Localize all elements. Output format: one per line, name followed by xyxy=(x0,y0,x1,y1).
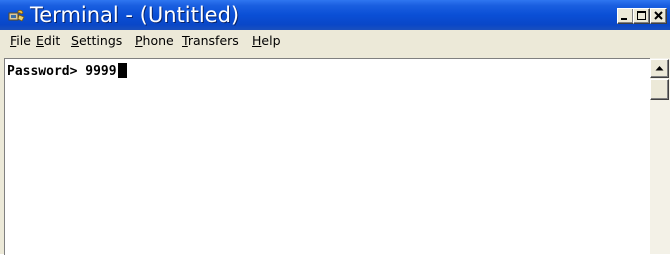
terminal-output-area[interactable]: Password> 9999 xyxy=(4,58,650,255)
window-title: Terminal - (Untitled) xyxy=(30,3,240,27)
menu-settings-rest: ettings xyxy=(78,33,123,48)
close-button[interactable] xyxy=(650,8,667,24)
menu-phone[interactable]: Phone xyxy=(135,34,174,48)
menu-phone-accel: P xyxy=(135,33,143,48)
title-bar[interactable]: Terminal - (Untitled) xyxy=(0,0,670,30)
menu-file[interactable]: File xyxy=(10,34,31,48)
terminal-window: Terminal - (Untitled) File Edit Settings… xyxy=(0,0,670,255)
minimize-icon xyxy=(621,18,627,20)
menu-edit-rest: dit xyxy=(43,33,61,48)
menu-help-accel: H xyxy=(252,33,262,48)
menu-edit[interactable]: Edit xyxy=(36,34,60,48)
menu-help[interactable]: Help xyxy=(252,34,281,48)
menu-file-rest: ile xyxy=(16,33,31,48)
text-cursor xyxy=(117,63,127,78)
password-prompt: Password> xyxy=(7,64,86,79)
vertical-scrollbar[interactable] xyxy=(650,58,670,254)
menu-help-rest: elp xyxy=(261,33,281,48)
maximize-button[interactable] xyxy=(633,8,650,24)
menu-settings[interactable]: Settings xyxy=(71,34,122,48)
scroll-up-button[interactable] xyxy=(650,59,669,78)
maximize-icon xyxy=(637,11,646,20)
minimize-button[interactable] xyxy=(617,8,634,24)
scroll-up-arrow-icon xyxy=(655,66,664,71)
menu-settings-accel: S xyxy=(71,33,79,48)
terminal-line: Password> 9999 xyxy=(7,63,127,80)
menu-transfers-rest: ransfers xyxy=(187,33,239,48)
password-input-text: 9999 xyxy=(85,64,117,79)
menu-bar: File Edit Settings Phone Transfers Help xyxy=(0,30,670,52)
menu-phone-rest: hone xyxy=(142,33,174,48)
menu-transfers[interactable]: Transfers xyxy=(182,34,239,48)
hyperterminal-icon[interactable] xyxy=(8,7,25,23)
scroll-thumb[interactable] xyxy=(650,79,669,100)
menu-edit-accel: E xyxy=(36,33,44,48)
close-icon xyxy=(654,11,663,20)
